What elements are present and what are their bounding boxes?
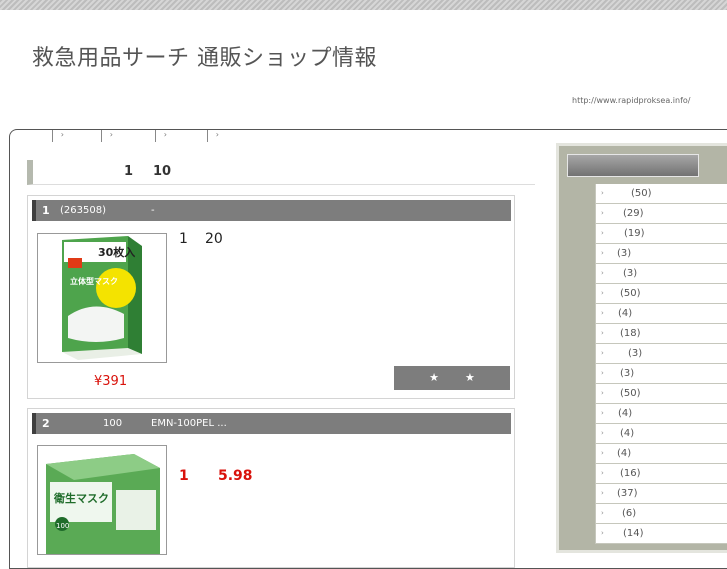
category-count: (4) — [620, 428, 635, 439]
product-2-count-label: 100 — [56, 522, 69, 530]
product-2-header[interactable]: 2 100 EMN-100PEL ... — [32, 413, 511, 434]
product-2-desc-a: 1 — [179, 468, 189, 484]
product-1-review-count: (263508) — [60, 205, 106, 216]
category-item[interactable]: › (4) — [595, 424, 727, 444]
category-item[interactable]: › (18) — [595, 324, 727, 344]
product-card-2: 2 100 EMN-100PEL ... 衛生マスク 100 1 5.98 — [27, 408, 515, 568]
category-count: (50) — [620, 388, 641, 399]
category-item[interactable]: › (50) — [595, 384, 727, 404]
chevron-right-icon: › — [601, 529, 604, 537]
category-item[interactable]: › (4) — [595, 404, 727, 424]
chevron-right-icon: › — [601, 269, 604, 277]
category-count: (3) — [617, 248, 632, 259]
product-1-desc-b: 20 — [205, 231, 223, 247]
product-2-head-b: EMN-100PEL ... — [151, 418, 227, 429]
category-item[interactable]: › (16) — [595, 464, 727, 484]
mask-box-image: 30枚入 立体型マスク — [62, 236, 142, 360]
site-url[interactable]: http://www.rapidproksea.info/ — [572, 96, 690, 105]
chevron-right-icon: › — [601, 389, 604, 397]
top-stripe — [0, 0, 727, 10]
product-1-desc-a: 1 — [179, 231, 188, 247]
product-2-image[interactable]: 衛生マスク 100 — [37, 445, 167, 555]
category-count: (50) — [620, 288, 641, 299]
category-item[interactable]: › (37) — [595, 484, 727, 504]
sidebar-heading — [567, 154, 699, 177]
category-item[interactable]: › (3) — [595, 244, 727, 264]
product-1-rating-button[interactable]: ★★ — [394, 366, 510, 390]
category-item[interactable]: › (14) — [595, 524, 727, 544]
product-1-price: ¥391 — [94, 374, 128, 389]
category-count: (37) — [617, 488, 638, 499]
gnav-item-3[interactable]: › — [102, 130, 167, 142]
category-count: (6) — [622, 508, 637, 519]
gnav-item-1[interactable]: › — [10, 130, 64, 142]
global-nav: › › › › — [10, 130, 219, 142]
category-count: (3) — [628, 348, 643, 359]
category-item[interactable]: › (29) — [595, 204, 727, 224]
chevron-right-icon: › — [601, 249, 604, 257]
site-title[interactable]: 救急用品サーチ 通販ショップ情報 — [32, 40, 377, 72]
product-card-1: 1 (263508) - 30枚入 立体型マスク 1 20 ¥391 ★★ — [27, 195, 515, 399]
chevron-right-icon: › — [601, 289, 604, 297]
chevron-right-icon: › — [601, 309, 604, 317]
category-item[interactable]: › (50) — [595, 184, 727, 204]
category-item[interactable]: › (50) — [595, 284, 727, 304]
gnav-item-2[interactable]: › — [53, 130, 113, 142]
chevron-right-icon: › — [601, 449, 604, 457]
category-item[interactable]: › (19) — [595, 224, 727, 244]
chevron-right-icon: › — [601, 209, 604, 217]
chevron-right-icon: › — [601, 429, 604, 437]
chevron-right-icon: › — [601, 349, 604, 357]
product-2-desc-b: 5.98 — [218, 468, 253, 484]
category-count: (4) — [618, 308, 633, 319]
chevron-right-icon: › — [601, 489, 604, 497]
category-count: (14) — [623, 528, 644, 539]
rank-number: 1 — [42, 204, 50, 217]
product-1-name-label: 立体型マスク — [70, 276, 118, 286]
chevron-right-icon: › — [601, 509, 604, 517]
chevron-right-icon: › — [215, 130, 219, 139]
category-count: (3) — [620, 368, 635, 379]
category-item[interactable]: › (4) — [595, 444, 727, 464]
chevron-right-icon: › — [601, 329, 604, 337]
breadcrumb-range-end: 10 — [153, 164, 172, 179]
category-count: (16) — [620, 468, 641, 479]
mask-box-image: 衛生マスク 100 — [46, 454, 160, 554]
breadcrumb: 1 10 — [27, 160, 535, 185]
category-item[interactable]: › (4) — [595, 304, 727, 324]
chevron-right-icon: › — [601, 369, 604, 377]
chevron-right-icon: › — [601, 469, 604, 477]
product-1-image[interactable]: 30枚入 立体型マスク — [37, 233, 167, 363]
category-count: (50) — [631, 188, 652, 199]
product-1-count-label: 30枚入 — [98, 245, 135, 259]
category-count: (18) — [620, 328, 641, 339]
category-count: (29) — [623, 208, 644, 219]
chevron-right-icon: › — [601, 189, 604, 197]
category-item[interactable]: › (3) — [595, 264, 727, 284]
chevron-right-icon: › — [601, 229, 604, 237]
chevron-right-icon: › — [601, 409, 604, 417]
category-count: (4) — [617, 448, 632, 459]
category-item[interactable]: › (3) — [595, 364, 727, 384]
breadcrumb-range-start: 1 — [124, 164, 134, 179]
category-item[interactable]: › (3) — [595, 344, 727, 364]
product-2-name-label: 衛生マスク — [53, 491, 109, 505]
product-2-head-a: 100 — [103, 418, 123, 429]
category-list: › (50) › (29) › (19) › (3) › (3) › (50) › (4) ›… — [595, 184, 727, 544]
category-count: (3) — [623, 268, 638, 279]
rank-number: 2 — [42, 417, 50, 430]
category-count: (4) — [618, 408, 633, 419]
gnav-item-4[interactable]: › — [156, 130, 219, 142]
category-item[interactable]: › (6) — [595, 504, 727, 524]
product-1-header-dash: - — [151, 205, 155, 216]
category-count: (19) — [624, 228, 645, 239]
product-1-header[interactable]: 1 (263508) - — [32, 200, 511, 221]
